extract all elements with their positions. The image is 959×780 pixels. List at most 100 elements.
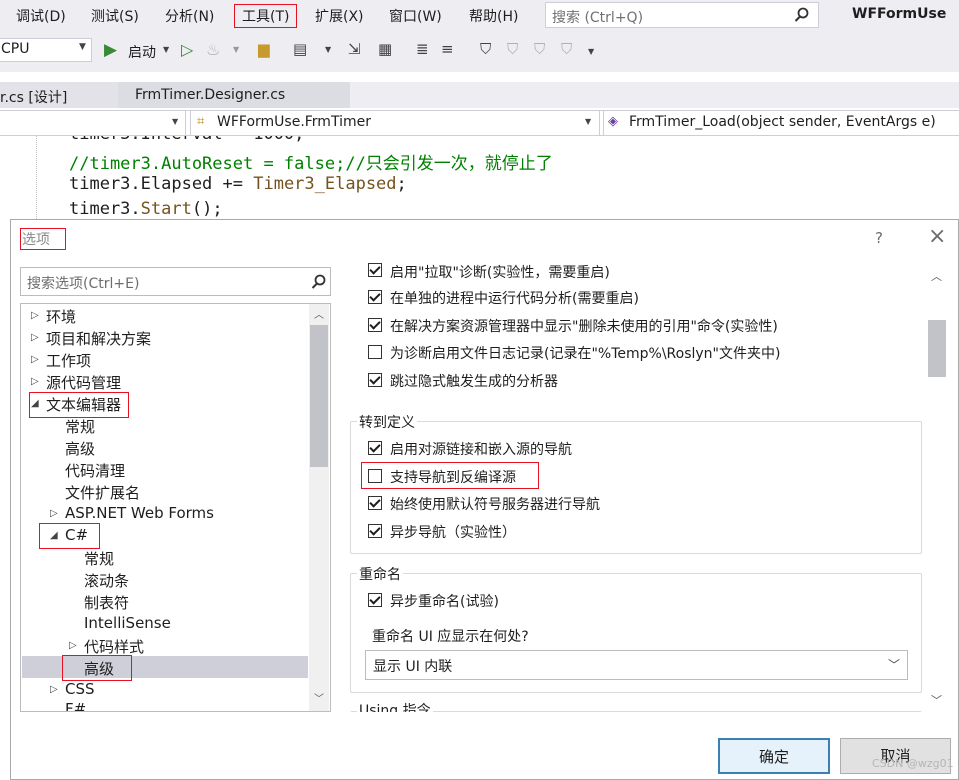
collapse-arrow-icon[interactable]: ◢ (31, 398, 39, 409)
option-decompiled-nav: 支持导航到反编译源 (390, 470, 516, 486)
menu-extensions[interactable]: 扩展(X) (315, 6, 364, 26)
rename-ui-select[interactable]: 显示 UI 内联 ﹀ (365, 650, 908, 680)
expand-arrow-icon[interactable]: ▷ (69, 640, 77, 651)
chevron-down-icon[interactable]: ▼ (588, 47, 594, 56)
document-icon[interactable]: ▦ (378, 40, 392, 58)
checkbox-skip-analyzers[interactable] (368, 373, 382, 387)
tree-item-code-style[interactable]: 代码样式 (84, 636, 144, 657)
tree-item-tabs[interactable]: 制表符 (84, 592, 129, 613)
checkbox-separate-process[interactable] (368, 290, 382, 304)
class-combo-value: WFFormUse.FrmTimer (217, 114, 371, 130)
code-token: Start (140, 199, 192, 219)
tree-item-aspnet[interactable]: ASP.NET Web Forms (65, 504, 214, 522)
platform-combo[interactable]: CPU ▼ (0, 38, 92, 62)
prev-bookmark-icon[interactable]: ⛉ (507, 40, 518, 58)
search-icon (794, 7, 809, 22)
expand-arrow-icon[interactable]: ▷ (31, 332, 39, 343)
checkbox-file-logging[interactable] (368, 345, 382, 359)
chevron-down-icon: ﹀ (888, 658, 901, 672)
menu-window[interactable]: 窗口(W) (389, 6, 442, 26)
menu-test[interactable]: 测试(S) (91, 6, 139, 26)
menu-analyze[interactable]: 分析(N) (165, 6, 214, 26)
menu-help[interactable]: 帮助(H) (469, 6, 518, 26)
tree-item-advanced[interactable]: 高级 (65, 438, 95, 459)
chevron-down-icon: ▼ (585, 117, 592, 126)
using-group-title: Using 指令 (357, 700, 433, 712)
tree-scrollbar-thumb[interactable] (310, 325, 328, 467)
expand-arrow-icon[interactable]: ▷ (31, 376, 39, 387)
next-bookmark-icon[interactable]: ⛉ (534, 40, 545, 58)
start-button-label[interactable]: 启动 (128, 42, 156, 62)
search-input[interactable]: 搜索 (Ctrl+Q) (545, 2, 819, 28)
option-skip-analyzers: 跳过隐式触发生成的分析器 (390, 374, 558, 390)
menu-debug[interactable]: 调试(D) (16, 6, 66, 26)
checkbox-decompiled-nav[interactable] (368, 469, 382, 483)
tree-item-text-editor[interactable]: 文本编辑器 (46, 394, 121, 415)
tree-item-css[interactable]: CSS (65, 680, 95, 698)
watermark: CSDN @wzg01 (872, 757, 954, 770)
chevron-down-icon[interactable]: ▼ (163, 45, 169, 54)
member-combo[interactable]: ◈ FrmTimer_Load(object sender, EventArgs… (603, 110, 959, 136)
window-layout-icon[interactable]: ▤ (293, 40, 307, 58)
checkbox-async-nav[interactable] (368, 524, 382, 538)
tree-item-code-cleanup[interactable]: 代码清理 (65, 460, 125, 481)
expand-arrow-icon[interactable]: ▷ (31, 354, 39, 365)
tree-item-projects[interactable]: 项目和解决方案 (46, 328, 151, 349)
tree-item-csharp-advanced[interactable]: 高级 (84, 658, 114, 679)
tree-item-file-extension[interactable]: 文件扩展名 (65, 482, 140, 503)
ok-button[interactable]: 确定 (718, 738, 830, 774)
chevron-down-icon[interactable]: ▼ (325, 45, 331, 54)
code-token: Timer3_Elapsed (253, 174, 397, 194)
checkbox-pull-diagnostics[interactable] (368, 263, 382, 277)
bookmark-icon[interactable]: ⛉ (480, 40, 491, 58)
tree-item-csharp-general[interactable]: 常规 (84, 548, 114, 569)
option-async-rename: 异步重命名(试验) (390, 594, 499, 610)
checkbox-remove-unused-refs[interactable] (368, 318, 382, 332)
project-combo[interactable]: ▼ (0, 110, 186, 136)
options-scrollbar-thumb[interactable] (928, 320, 946, 377)
close-icon[interactable]: × (928, 224, 946, 249)
options-search-input[interactable]: 搜索选项(Ctrl+E) (20, 267, 331, 296)
indent-icon[interactable]: ≣ (416, 40, 429, 58)
tab-designer[interactable]: r.cs [设计] (0, 82, 118, 108)
tree-item-general[interactable]: 常规 (65, 416, 95, 437)
menu-tools[interactable]: 工具(T) (242, 6, 289, 26)
tree-item-environment[interactable]: 环境 (46, 306, 76, 327)
help-icon[interactable]: ? (875, 229, 883, 247)
chevron-down-icon[interactable]: ▼ (233, 45, 239, 54)
scroll-down-icon[interactable]: ﹀ (314, 690, 324, 705)
step-icon[interactable]: ⇲ (348, 40, 361, 58)
tree-item-intellisense[interactable]: IntelliSense (84, 614, 171, 632)
hot-reload-icon[interactable]: ♨ (206, 40, 220, 59)
scroll-up-icon[interactable]: ︿ (314, 306, 324, 321)
options-search-placeholder: 搜索选项(Ctrl+E) (27, 276, 140, 292)
folder-icon[interactable]: ▆ (258, 40, 270, 58)
outdent-icon[interactable]: ≡ (441, 40, 454, 58)
expand-arrow-icon[interactable]: ▷ (50, 508, 58, 519)
collapse-arrow-icon[interactable]: ◢ (50, 530, 58, 541)
chevron-down-icon: ▼ (172, 117, 179, 126)
tree-item-source-control[interactable]: 源代码管理 (46, 372, 121, 393)
expand-arrow-icon[interactable]: ▷ (50, 684, 58, 695)
tree-item-fsharp[interactable]: F# (65, 702, 86, 711)
tree-item-csharp[interactable]: C# (65, 526, 88, 544)
code-editor[interactable]: timer3.Interval = 1000; //timer3.AutoRes… (0, 136, 959, 219)
tree-item-scrollbars[interactable]: 滚动条 (84, 570, 129, 591)
class-combo[interactable]: ⌗ WFFormUse.FrmTimer ▼ (190, 110, 600, 136)
tab-frmtimer-designer[interactable]: FrmTimer.Designer.cs (118, 82, 350, 108)
option-source-link-nav: 启用对源链接和嵌入源的导航 (390, 442, 572, 458)
clear-bookmarks-icon[interactable]: ⛉ (561, 40, 572, 58)
tree-item-work-items[interactable]: 工作项 (46, 350, 91, 371)
chevron-down-icon: ▼ (79, 42, 86, 52)
code-line-comment: //timer3.AutoReset = false;//只会引发一次，就停止了 (69, 154, 553, 174)
start-without-debug-icon[interactable]: ▷ (181, 40, 193, 59)
checkbox-source-link-nav[interactable] (368, 441, 382, 455)
code-line: timer3.Start(); (69, 199, 223, 219)
checkbox-async-rename[interactable] (368, 593, 382, 607)
scroll-up-icon[interactable]: ︿ (931, 268, 942, 284)
scroll-down-icon[interactable]: ﹀ (931, 692, 942, 708)
expand-arrow-icon[interactable]: ▷ (31, 310, 39, 321)
start-icon[interactable]: ▶ (104, 40, 117, 60)
checkbox-default-symbol-server[interactable] (368, 496, 382, 510)
option-pull-diagnostics: 启用"拉取"诊断(实验性，需要重启) (390, 265, 610, 281)
